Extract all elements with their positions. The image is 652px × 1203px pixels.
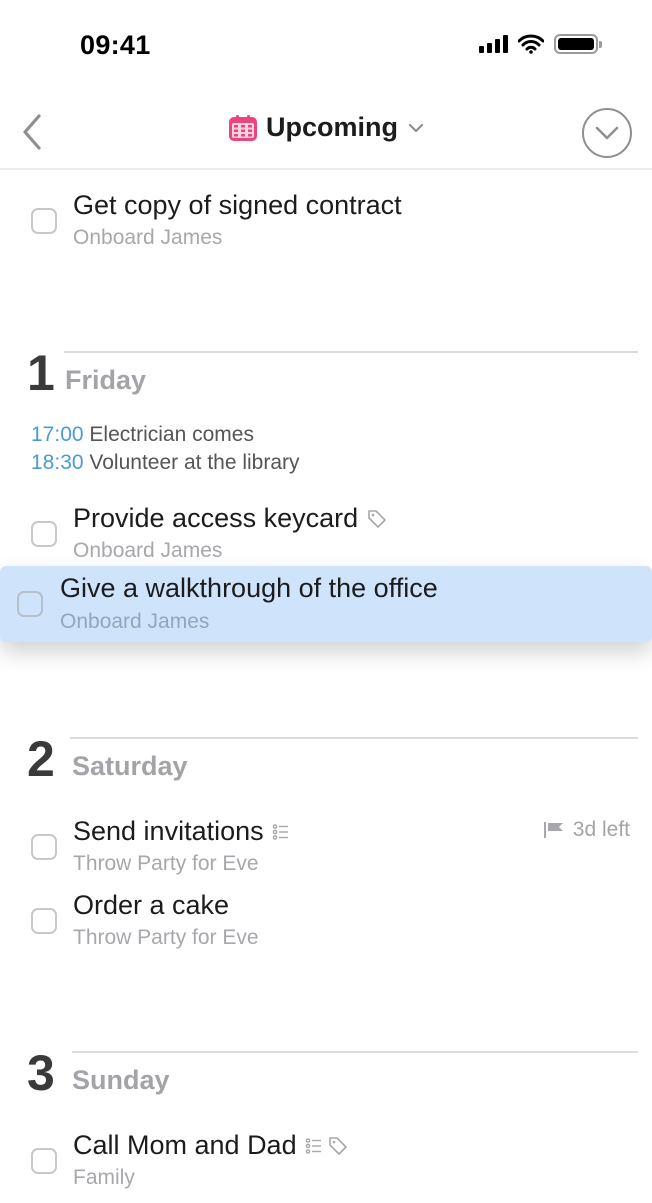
task-project: Onboard James [60, 610, 210, 633]
day-header-sunday: 3 Sunday [0, 1045, 652, 1111]
tag-icon [368, 509, 386, 528]
event-title: Electrician comes [89, 423, 254, 446]
task-item[interactable]: Order a cake Throw Party for Eve [0, 882, 652, 954]
task-item[interactable]: Call Mom and Dad Family [0, 1122, 652, 1194]
status-time: 09:41 [80, 30, 151, 60]
task-checkbox[interactable] [31, 521, 57, 547]
task-project: Throw Party for Eve [73, 852, 259, 875]
tag-icon [328, 1136, 347, 1155]
day-number: 2 [27, 731, 55, 787]
battery-icon [554, 34, 602, 54]
day-name: Saturday [72, 751, 188, 781]
list-switcher[interactable]: Upcoming [0, 112, 652, 143]
task-project: Family [73, 1166, 135, 1189]
day-header-saturday: 2 Saturday [0, 731, 652, 797]
day-header-friday: 1 Friday [0, 345, 652, 411]
task-checkbox[interactable] [31, 908, 57, 934]
task-checkbox[interactable] [17, 591, 43, 617]
task-item[interactable]: Get copy of signed contract Onboard Jame… [0, 182, 652, 254]
day-name: Friday [65, 365, 147, 395]
event-title: Volunteer at the library [89, 451, 300, 474]
task-project: Throw Party for Eve [73, 926, 259, 949]
deadline-text: 3d left [572, 818, 630, 841]
task-checkbox[interactable] [31, 208, 57, 234]
cellular-signal-icon [479, 35, 508, 53]
task-title: Order a cake [73, 890, 230, 920]
circle-chevron-down-icon [595, 126, 619, 140]
calendar-event[interactable]: 17:00 Electrician comes [31, 423, 254, 447]
checklist-icon [305, 1137, 321, 1154]
day-number: 1 [27, 345, 55, 401]
task-checkbox[interactable] [31, 834, 57, 860]
task-checkbox[interactable] [31, 1148, 57, 1174]
wifi-icon [518, 34, 544, 54]
task-title: Give a walkthrough of the office [60, 573, 438, 603]
complete-items-button[interactable] [582, 108, 632, 158]
calendar-icon [229, 114, 257, 141]
status-icons [479, 34, 602, 54]
nav-bar: Upcoming [0, 96, 652, 170]
task-title: Get copy of signed contract [73, 190, 402, 220]
task-title: Provide access keycard [73, 503, 359, 533]
day-number: 3 [27, 1045, 55, 1101]
flag-icon [543, 822, 563, 838]
day-name: Sunday [72, 1065, 170, 1095]
event-time: 18:30 [31, 451, 84, 474]
checklist-icon [272, 823, 288, 840]
task-title: Send invitations [73, 816, 264, 846]
status-bar: 09:41 [0, 0, 652, 96]
task-item[interactable]: Provide access keycard Onboard James [0, 495, 652, 567]
task-project: Onboard James [73, 539, 223, 562]
event-time: 17:00 [31, 423, 84, 446]
task-item-dragging[interactable]: Give a walkthrough of the office Onboard… [0, 566, 652, 642]
task-project: Onboard James [73, 226, 223, 249]
deadline-badge: 3d left [543, 818, 630, 842]
calendar-event[interactable]: 18:30 Volunteer at the library [31, 451, 300, 475]
task-title: Call Mom and Dad [73, 1130, 297, 1160]
page-title: Upcoming [266, 112, 398, 142]
task-item[interactable]: Send invitations Throw Party for Eve 3d … [0, 808, 652, 880]
chevron-down-icon [408, 123, 424, 132]
